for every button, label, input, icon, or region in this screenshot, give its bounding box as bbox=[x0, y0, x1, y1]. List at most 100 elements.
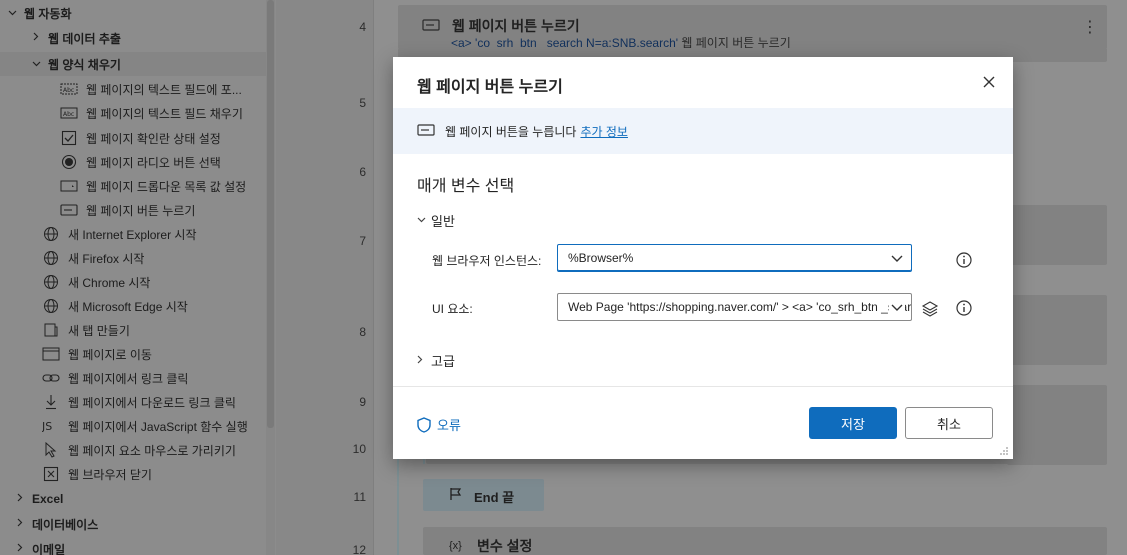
sidebar-item[interactable]: 웹 데이터 추출 bbox=[0, 26, 266, 50]
sidebar-item[interactable]: 웹 페이지 확인란 상태 설정 bbox=[0, 126, 266, 150]
action-card-set-variable[interactable]: {x} 변수 설정 bbox=[423, 527, 1107, 555]
general-section-label: 일반 bbox=[431, 214, 455, 229]
link-icon bbox=[42, 370, 60, 386]
globe-icon bbox=[42, 226, 60, 242]
sidebar-item[interactable]: 웹 브라우저 닫기 bbox=[0, 462, 266, 486]
browser-instance-label: 웹 브라우저 인스턴스: bbox=[432, 254, 542, 268]
sidebar-item-label: 웹 페이지로 이동 bbox=[68, 347, 152, 362]
actions-sidebar: 웹 자동화웹 데이터 추출웹 양식 채우기 Abc 웹 페이지의 텍스트 필드에 포… bbox=[0, 0, 276, 555]
line-number: 12 bbox=[352, 543, 366, 555]
globe-icon bbox=[42, 298, 60, 314]
sidebar-item-label: 웹 데이터 추출 bbox=[48, 31, 121, 46]
cancel-button[interactable]: 취소 bbox=[905, 407, 993, 439]
shield-icon bbox=[417, 416, 431, 433]
close-button[interactable] bbox=[977, 71, 1001, 95]
sidebar-item[interactable]: JS 웹 페이지에서 JavaScript 함수 실행 bbox=[0, 414, 266, 438]
sidebar-item[interactable]: 웹 페이지 라디오 버튼 선택 bbox=[0, 150, 266, 174]
resize-grip-icon[interactable] bbox=[999, 445, 1009, 455]
more-info-link[interactable]: 추가 정보 bbox=[580, 125, 628, 139]
chevron-down-icon[interactable] bbox=[6, 8, 18, 19]
action-card-press-button[interactable]: 웹 페이지 버튼 누르기 <a> 'co_srh_btn _search N=a… bbox=[398, 5, 1107, 50]
browser-window-icon bbox=[42, 346, 60, 362]
footer-divider bbox=[393, 386, 1013, 387]
svg-text:JS: JS bbox=[42, 420, 52, 433]
line-number: 10 bbox=[352, 442, 366, 456]
chevron-right-icon[interactable] bbox=[14, 518, 26, 530]
sidebar-item[interactable]: 웹 자동화 bbox=[0, 1, 266, 25]
sidebar-item-label: 웹 페이지에서 다운로드 링크 클릭 bbox=[68, 395, 236, 410]
sidebar-item-label: 웹 페이지 확인란 상태 설정 bbox=[86, 131, 221, 146]
action-card-partial bbox=[1007, 205, 1107, 265]
chevron-down-icon bbox=[417, 215, 431, 226]
more-options-icon[interactable]: ⋮ bbox=[1082, 17, 1098, 37]
sidebar-item[interactable]: 웹 양식 채우기 bbox=[0, 52, 266, 76]
ui-element-label: UI 요소: bbox=[432, 302, 473, 316]
sidebar-item-label: 웹 페이지 버튼 누르기 bbox=[86, 203, 196, 218]
sidebar-scrollbar-thumb[interactable] bbox=[267, 0, 274, 428]
chevron-right-icon[interactable] bbox=[14, 543, 26, 555]
sidebar-item[interactable]: 새 Microsoft Edge 시작 bbox=[0, 294, 266, 318]
button-icon bbox=[417, 123, 435, 139]
on-error-label: 오류 bbox=[437, 418, 461, 433]
chevron-down-icon bbox=[889, 250, 905, 266]
sidebar-item-label: 웹 페이지 라디오 버튼 선택 bbox=[86, 155, 221, 170]
info-text: 웹 페이지 버튼을 누릅니다 추가 정보 bbox=[445, 124, 628, 139]
on-error-link[interactable]: 오류 bbox=[417, 415, 461, 434]
dropdown-icon bbox=[60, 178, 78, 194]
sidebar-item[interactable]: 데이터베이스 bbox=[0, 512, 266, 536]
advanced-section-toggle[interactable]: 고급 bbox=[417, 351, 455, 370]
flag-icon bbox=[449, 487, 463, 504]
svg-text:Abc: Abc bbox=[63, 111, 74, 118]
sidebar-item[interactable]: Excel bbox=[0, 487, 266, 511]
sidebar-item-label: 새 Firefox 시작 bbox=[68, 251, 145, 266]
press-button-dialog: 웹 페이지 버튼 누르기 웹 페이지 버튼을 누릅니다 추가 정보 매개 변수 선… bbox=[393, 57, 1013, 459]
new-tab-icon bbox=[42, 322, 60, 338]
general-section-toggle[interactable]: 일반 bbox=[417, 211, 455, 230]
sidebar-item[interactable]: 새 Internet Explorer 시작 bbox=[0, 222, 266, 246]
sidebar-item[interactable]: 웹 페이지로 이동 bbox=[0, 342, 266, 366]
sidebar-item[interactable]: 웹 페이지 드롭다운 목록 값 설정 bbox=[0, 174, 266, 198]
chevron-down-icon[interactable] bbox=[30, 59, 42, 70]
text-field-focus-icon: Abc bbox=[60, 81, 78, 97]
chevron-right-icon bbox=[417, 355, 431, 367]
sidebar-item[interactable]: 새 탭 만들기 bbox=[0, 318, 266, 342]
save-button[interactable]: 저장 bbox=[809, 407, 897, 439]
end-block[interactable]: End 끝 bbox=[423, 479, 544, 511]
line-number: 9 bbox=[359, 395, 366, 409]
globe-icon bbox=[42, 274, 60, 290]
line-number: 7 bbox=[359, 234, 366, 248]
sidebar-item-label: 새 탭 만들기 bbox=[68, 323, 130, 338]
action-title: 변수 설정 bbox=[477, 538, 533, 554]
chevron-right-icon[interactable] bbox=[14, 493, 26, 505]
sidebar-item-label: 웹 페이지 요소 마우스로 가리키기 bbox=[68, 443, 236, 458]
line-number: 11 bbox=[353, 490, 366, 504]
sidebar-item-label: 웹 양식 채우기 bbox=[48, 57, 121, 72]
sidebar-item[interactable]: 새 Chrome 시작 bbox=[0, 270, 266, 294]
sidebar-item-label: Excel bbox=[32, 492, 64, 506]
browser-instance-select[interactable]: %Browser% bbox=[557, 244, 912, 272]
sidebar-item[interactable]: 웹 페이지에서 다운로드 링크 클릭 bbox=[0, 390, 266, 414]
layers-icon[interactable] bbox=[921, 300, 939, 318]
close-box-icon bbox=[42, 466, 60, 482]
sidebar-item[interactable]: 이메일 bbox=[0, 537, 266, 555]
sidebar-item[interactable]: 웹 페이지 버튼 누르기 bbox=[0, 198, 266, 222]
info-icon[interactable] bbox=[955, 251, 973, 269]
radio-button-icon bbox=[60, 154, 78, 170]
sidebar-item-label: 웹 페이지에서 링크 클릭 bbox=[68, 371, 189, 386]
variable-icon: {x} bbox=[449, 540, 462, 552]
ui-element-value: Web Page 'https://shopping.naver.com/' >… bbox=[568, 300, 911, 314]
line-number: 8 bbox=[359, 325, 366, 339]
svg-text:Abc: Abc bbox=[63, 87, 74, 94]
ui-element-select[interactable]: Web Page 'https://shopping.naver.com/' >… bbox=[557, 293, 912, 321]
chevron-right-icon[interactable] bbox=[30, 32, 42, 44]
sidebar-item[interactable]: 새 Firefox 시작 bbox=[0, 246, 266, 270]
sidebar-item[interactable]: Abc 웹 페이지의 텍스트 필드에 포... bbox=[0, 77, 266, 101]
button-icon bbox=[422, 19, 440, 34]
info-icon[interactable] bbox=[955, 299, 973, 317]
browser-instance-value: %Browser% bbox=[568, 251, 634, 265]
globe-icon bbox=[42, 250, 60, 266]
sidebar-item[interactable]: 웹 페이지에서 링크 클릭 bbox=[0, 366, 266, 390]
sidebar-item[interactable]: Abc 웹 페이지의 텍스트 필드 채우기 bbox=[0, 101, 266, 125]
button-icon bbox=[60, 202, 78, 218]
sidebar-item[interactable]: 웹 페이지 요소 마우스로 가리키기 bbox=[0, 438, 266, 462]
